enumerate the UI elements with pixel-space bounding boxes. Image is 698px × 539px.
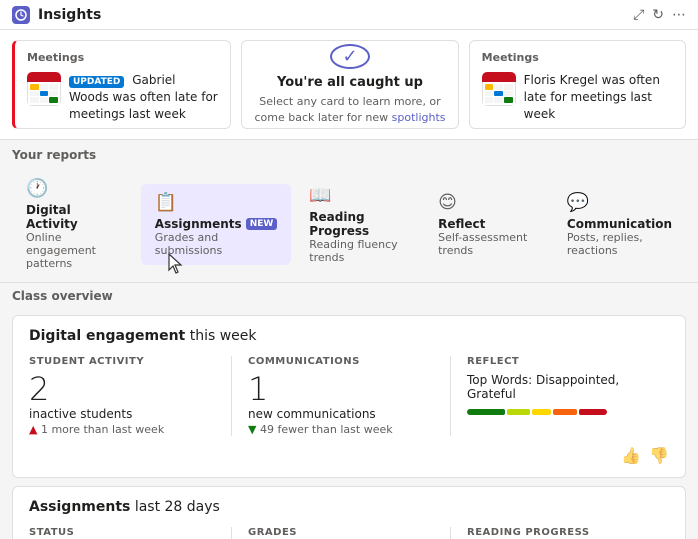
- assignments-status-category: STATUS: [29, 527, 215, 538]
- student-activity-category: STUDENT ACTIVITY: [29, 356, 215, 367]
- refresh-icon[interactable]: ↻: [652, 7, 664, 23]
- reading-progress-sub: Reading fluency trends: [309, 238, 406, 264]
- communications-section: COMMUNICATIONS 1 new communications ▼ 49…: [231, 356, 450, 436]
- communications-change: ▼ 49 fewer than last week: [248, 423, 434, 436]
- expand-icon[interactable]: ⤢: [633, 7, 644, 23]
- student-activity-section: STUDENT ACTIVITY 2 inactive students ▲ 1…: [29, 356, 231, 436]
- communication-sub: Posts, replies, reactions: [567, 231, 672, 257]
- sentiment-bar: [467, 409, 607, 415]
- app-icon: [12, 6, 30, 24]
- assignments-metrics-row: STATUS 5 missed submissions ▲ 4 more tha…: [29, 527, 669, 539]
- communications-arrow: ▼: [248, 423, 256, 436]
- reading-progress-label: Reading Progress: [309, 210, 406, 238]
- reflect-category: REFLECT: [467, 356, 653, 367]
- assignments-label: Assignments NEW: [155, 217, 278, 231]
- spotlights-container: Meetings: [0, 30, 698, 140]
- card-label-meetings-1: Meetings: [27, 51, 218, 64]
- reading-progress-icon: 📖: [309, 185, 331, 206]
- communications-label: new communications: [248, 407, 434, 421]
- card-label-meetings-2: Meetings: [482, 51, 673, 64]
- scrollable-area: Digital engagement this week STUDENT ACT…: [0, 315, 698, 539]
- reflect-sub: Self-assessment trends: [438, 231, 535, 257]
- reflect-label: Reflect: [438, 217, 485, 231]
- caught-up-subtitle: Select any card to learn more, or come b…: [254, 94, 445, 125]
- middle-area: Your reports 🕐 Digital Activity Online e…: [0, 140, 698, 315]
- reports-section: Your reports 🕐 Digital Activity Online e…: [0, 140, 698, 283]
- spotlight-card-gabriel[interactable]: Meetings: [12, 40, 231, 129]
- card-text-floris: Floris Kregel was often late for meeting…: [524, 72, 673, 122]
- sentiment-segment-1: [467, 409, 505, 415]
- sentiment-segment-5: [579, 409, 607, 415]
- student-activity-label: inactive students: [29, 407, 215, 421]
- spotlights-link[interactable]: spotlights: [392, 111, 446, 124]
- badge-new: NEW: [246, 218, 278, 230]
- reports-tabs: 🕐 Digital Activity Online engagement pat…: [12, 170, 686, 278]
- communications-category: COMMUNICATIONS: [248, 356, 434, 367]
- assignments-card-title: Assignments last 28 days: [29, 499, 669, 515]
- student-activity-arrow: ▲: [29, 423, 37, 436]
- title-bar: Insights ⤢ ↻ ⋯: [0, 0, 698, 30]
- reflect-words: Top Words: Disappointed, Grateful: [467, 373, 653, 401]
- sentiment-segment-2: [507, 409, 531, 415]
- assignments-sub: Grades and submissions: [155, 231, 278, 257]
- spotlight-card-caught-up[interactable]: ✓ You're all caught up Select any card t…: [241, 40, 458, 129]
- assignments-reading-category: READING PROGRESS: [467, 527, 653, 538]
- meeting-calendar-icon-2: [482, 72, 516, 106]
- communication-icon: 💬: [567, 192, 589, 213]
- reflect-section: REFLECT Top Words: Disappointed, Gratefu…: [450, 356, 669, 436]
- tab-reflect[interactable]: 😊 Reflect Self-assessment trends: [424, 184, 549, 265]
- tab-communication[interactable]: 💬 Communication Posts, replies, reaction…: [553, 184, 686, 265]
- sentiment-segment-4: [553, 409, 577, 415]
- assignments-reading-section: READING PROGRESS 83 average accuracy rat…: [450, 527, 669, 539]
- reports-section-label: Your reports: [12, 148, 686, 162]
- class-overview-label-area: Class overview: [0, 283, 698, 303]
- student-activity-change: ▲ 1 more than last week: [29, 423, 215, 436]
- tab-digital-activity[interactable]: 🕐 Digital Activity Online engagement pat…: [12, 170, 137, 278]
- caught-up-circle-icon: ✓: [330, 44, 370, 69]
- card-text-gabriel: UPDATED Gabriel Woods was often late for…: [69, 72, 218, 122]
- page-title: Insights: [38, 7, 101, 23]
- digital-activity-label: Digital Activity: [26, 203, 123, 231]
- communications-number: 1: [248, 373, 434, 405]
- sentiment-segment-3: [532, 409, 551, 415]
- digital-activity-icon: 🕐: [26, 178, 48, 199]
- meeting-calendar-icon-1: [27, 72, 61, 106]
- student-activity-number: 2: [29, 373, 215, 405]
- tab-assignments[interactable]: 📋 Assignments NEW Grades and submissions: [141, 184, 292, 265]
- digital-engagement-card: Digital engagement this week STUDENT ACT…: [12, 315, 686, 478]
- class-overview-label: Class overview: [12, 289, 686, 303]
- assignments-grades-section: GRADES 81 average grade: [231, 527, 450, 539]
- thumbs-down-icon[interactable]: 👎: [649, 446, 669, 465]
- communication-label: Communication: [567, 217, 672, 231]
- spotlight-card-floris[interactable]: Meetings: [469, 40, 686, 129]
- engagement-card-title: Digital engagement this week: [29, 328, 669, 344]
- assignments-grades-category: GRADES: [248, 527, 434, 538]
- caught-up-title: You're all caught up: [277, 75, 423, 90]
- engagement-metrics-row: STUDENT ACTIVITY 2 inactive students ▲ 1…: [29, 356, 669, 436]
- spotlights-area: Meetings: [0, 30, 698, 140]
- badge-updated: UPDATED: [69, 76, 124, 88]
- thumbs-up-icon[interactable]: 👍: [621, 446, 641, 465]
- title-actions: ⤢ ↻ ⋯: [633, 7, 686, 23]
- engagement-card-footer: 👍 👎: [29, 446, 669, 465]
- assignments-icon: 📋: [155, 192, 177, 213]
- more-icon[interactable]: ⋯: [672, 7, 686, 23]
- digital-activity-sub: Online engagement patterns: [26, 231, 123, 270]
- assignments-status-section: STATUS 5 missed submissions ▲ 4 more tha…: [29, 527, 231, 539]
- tab-reading-progress[interactable]: 📖 Reading Progress Reading fluency trend…: [295, 177, 420, 272]
- reflect-icon: 😊: [438, 192, 457, 213]
- assignments-card: Assignments last 28 days STATUS 5 missed…: [12, 486, 686, 539]
